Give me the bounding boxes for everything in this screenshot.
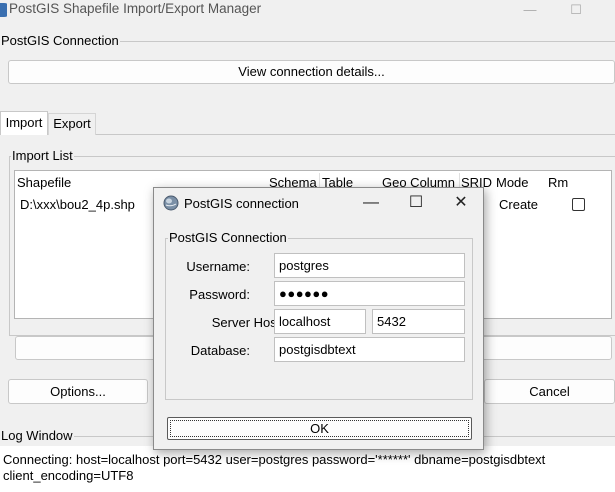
password-field[interactable]: ●●●●●● <box>274 281 465 306</box>
database-field[interactable]: postgisdbtext <box>274 337 465 362</box>
remove-checkbox[interactable] <box>572 198 585 211</box>
connection-group-label: PostGIS Connection <box>0 33 120 48</box>
row-mode-cell[interactable]: Create <box>499 197 538 212</box>
log-line: client_encoding=UTF8 <box>3 468 134 483</box>
maximize-button[interactable]: ☐ <box>553 0 599 22</box>
col-header-rm[interactable]: Rm <box>548 175 568 190</box>
log-window-label: Log Window <box>0 428 74 443</box>
view-connection-details-button[interactable]: View connection details... <box>8 60 615 84</box>
window-title: PostGIS Shapefile Import/Export Manager <box>9 1 262 16</box>
dialog-group-label: PostGIS Connection <box>168 230 288 245</box>
server-host-label: Server Host: <box>211 315 284 330</box>
globe-icon <box>163 195 179 211</box>
password-label: Password: <box>189 287 250 302</box>
server-host-field[interactable]: localhost <box>274 309 366 334</box>
tab-import[interactable]: Import <box>0 111 48 135</box>
col-header-mode[interactable]: Mode <box>496 175 529 190</box>
database-label: Database: <box>190 343 250 358</box>
dialog-minimize-button[interactable]: — <box>357 192 385 216</box>
log-line: Connecting: host=localhost port=5432 use… <box>3 452 546 467</box>
log-text: Connecting: host=localhost port=5432 use… <box>3 452 608 484</box>
port-field[interactable]: 5432 <box>372 309 465 334</box>
ok-button[interactable]: OK <box>167 417 472 440</box>
row-shapefile-cell[interactable]: D:\xxx\bou2_4p.shp <box>20 197 135 212</box>
username-label: Username: <box>186 259 250 274</box>
dialog-title: PostGIS connection <box>184 196 299 211</box>
focus-ring <box>170 420 469 437</box>
username-field[interactable]: postgres <box>274 253 465 278</box>
minimize-button[interactable]: — <box>507 0 553 22</box>
options-button[interactable]: Options... <box>8 379 148 404</box>
dialog-maximize-button[interactable]: ☐ <box>402 192 430 216</box>
tab-export[interactable]: Export <box>48 113 96 135</box>
dialog-close-button[interactable]: ✕ <box>447 192 475 216</box>
import-list-label: Import List <box>11 148 74 163</box>
cancel-button[interactable]: Cancel <box>484 379 615 404</box>
app-icon <box>0 3 11 17</box>
postgis-connection-dialog: PostGIS connection — ☐ ✕ PostGIS Connect… <box>153 187 484 450</box>
col-header-shapefile[interactable]: Shapefile <box>17 175 71 190</box>
